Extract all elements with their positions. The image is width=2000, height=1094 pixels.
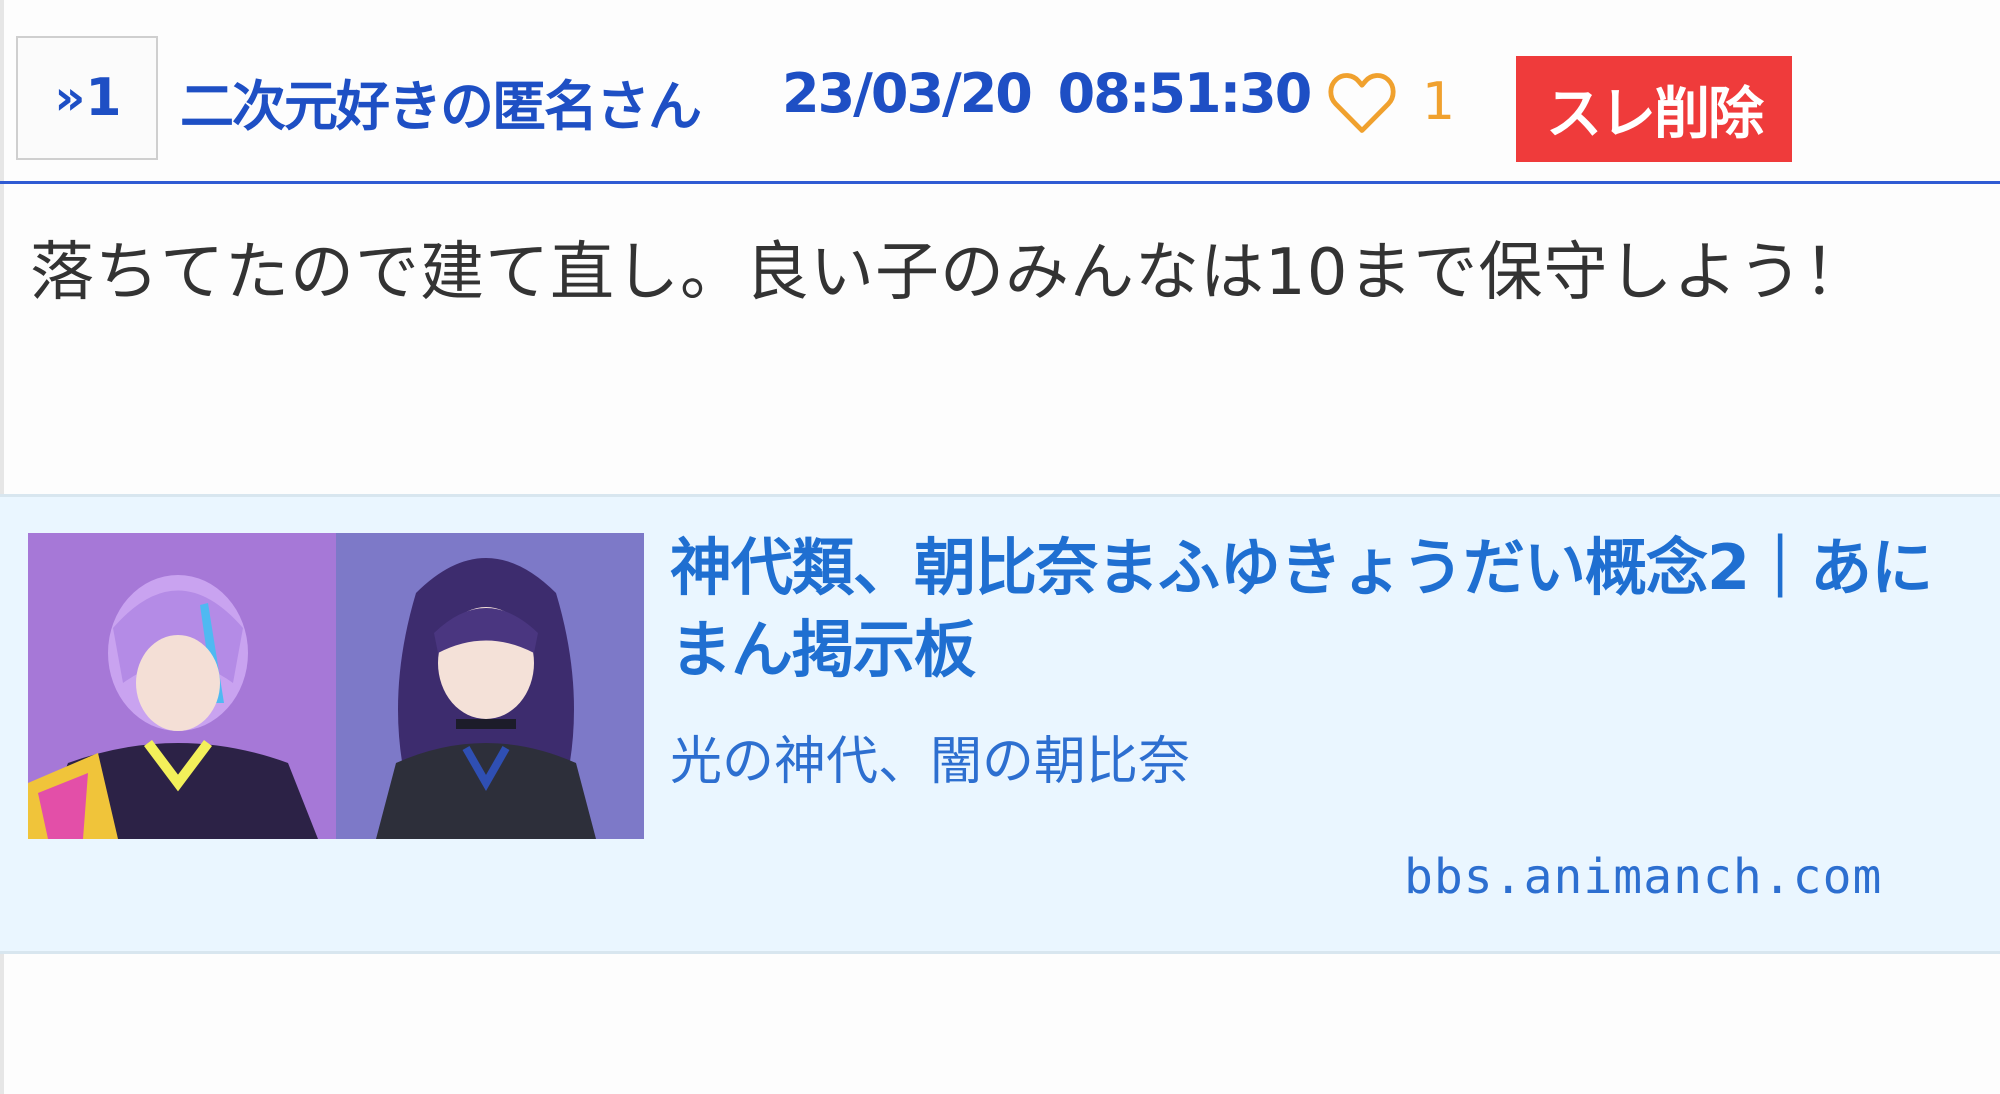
delete-thread-button[interactable]: スレ削除 — [1516, 56, 1792, 162]
header-divider — [0, 181, 2000, 184]
reply-button[interactable]: » 1 — [16, 36, 158, 160]
character-image-right — [336, 533, 644, 839]
post-body: 落ちてたので建て直し。良い子のみんなは10まで保守しよう！ — [30, 236, 1869, 310]
author-name[interactable]: 二次元好きの匿名さん — [180, 62, 702, 141]
post-timestamp: 23/03/20 08:51:30 — [782, 62, 1312, 125]
post-header: » 1 二次元好きの匿名さん 23/03/20 08:51:30 1 スレ削除 — [0, 0, 2000, 184]
heart-outline-icon — [1328, 73, 1396, 133]
link-description: 光の神代、闇の朝比奈 — [670, 732, 1191, 792]
character-image-left — [28, 533, 336, 839]
like-count: 1 — [1422, 72, 1456, 132]
reply-number: 1 — [85, 68, 121, 128]
like-button[interactable]: 1 — [1326, 64, 1455, 140]
double-chevron-right-icon: » — [54, 70, 85, 126]
link-preview-card[interactable]: 神代類、朝比奈まふゆきょうだい概念2｜あにまん掲示板 光の神代、闇の朝比奈 bb… — [0, 494, 2000, 954]
link-domain: bbs.animanch.com — [1404, 849, 1883, 905]
link-thumbnail — [28, 533, 644, 839]
link-title[interactable]: 神代類、朝比奈まふゆきょうだい概念2｜あにまん掲示板 — [670, 527, 1990, 691]
